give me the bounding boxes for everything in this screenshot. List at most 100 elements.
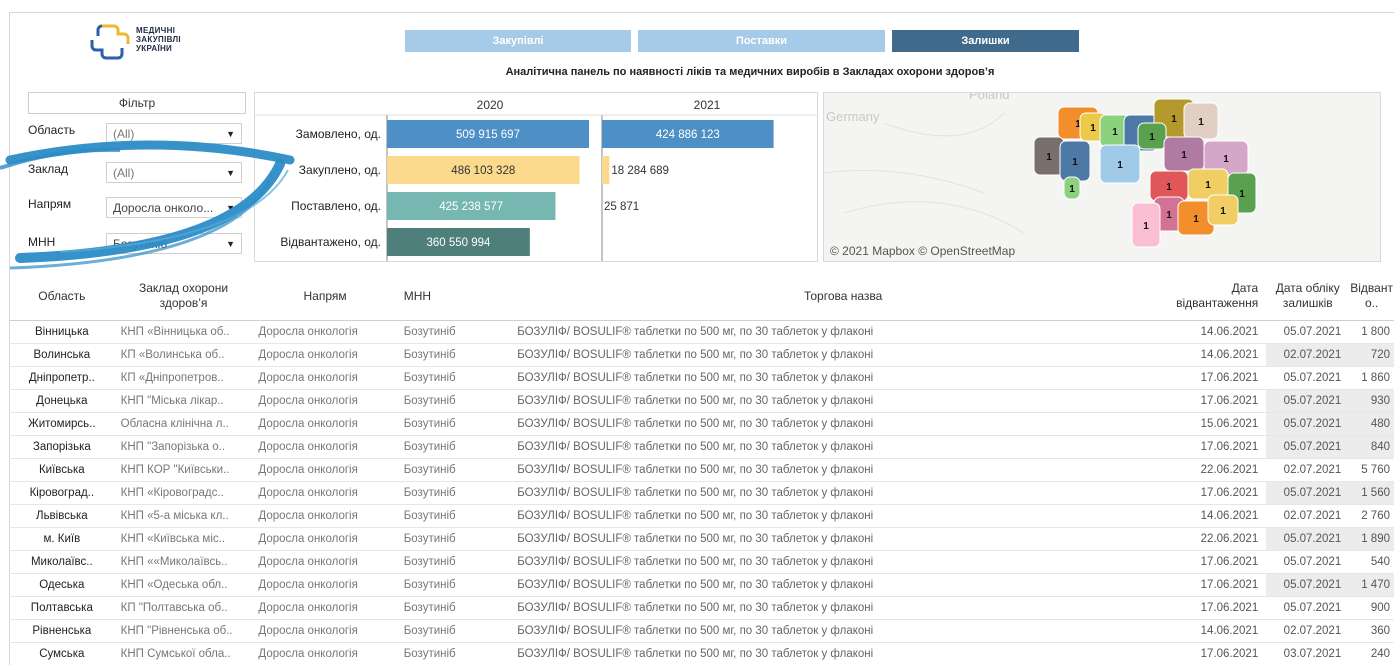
- cell-shipment-date: 22.06.2021: [1175, 528, 1266, 551]
- col-header-shipped[interactable]: Відвант о..: [1349, 272, 1394, 321]
- table-row[interactable]: ЛьвівськаКНП «5-а міська кл..Доросла онк…: [9, 505, 1394, 528]
- cell-trade-name: БОЗУЛІФ/ BOSULIF® таблетки по 500 мг, по…: [511, 413, 1175, 436]
- cell-direction: Доросла онкологія: [252, 505, 397, 528]
- cell-institution: КНП "Запорізька о..: [115, 436, 253, 459]
- cell-inn: Бозутиніб: [398, 390, 511, 413]
- cell-shipped: 930: [1349, 390, 1394, 413]
- col-header-inn[interactable]: МНН: [398, 272, 511, 321]
- cell-balance-date: 05.07.2021: [1266, 413, 1349, 436]
- table-row[interactable]: Житомирсь..Обласна клінічна л..Доросла о…: [9, 413, 1394, 436]
- chevron-down-icon: ▼: [226, 163, 235, 184]
- cell-shipment-date: 15.06.2021: [1175, 413, 1266, 436]
- map-region-count: 1: [1223, 154, 1229, 165]
- cell-direction: Доросла онкологія: [252, 390, 397, 413]
- cell-region: Вінницька: [9, 321, 115, 344]
- direction-select[interactable]: Доросла онколо...▼: [106, 197, 242, 218]
- page-title: Аналітична панель по наявності ліків та …: [400, 66, 1100, 78]
- cell-direction: Доросла онкологія: [252, 528, 397, 551]
- filter-header: Фільтр: [28, 92, 246, 114]
- tab-deliveries[interactable]: Поставки: [638, 30, 885, 52]
- table-row[interactable]: ВінницькаКНП «Вінницька об..Доросла онко…: [9, 321, 1394, 344]
- cell-region: Рівненська: [9, 620, 115, 643]
- table-row[interactable]: ДонецькаКНП "Міська лікар..Доросла онкол…: [9, 390, 1394, 413]
- cell-balance-date: 02.07.2021: [1266, 505, 1349, 528]
- col-header-direction[interactable]: Напрям: [252, 272, 397, 321]
- cell-shipment-date: 14.06.2021: [1175, 620, 1266, 643]
- cell-shipped: 1 890: [1349, 528, 1394, 551]
- chart-year-header-2021: 2021: [694, 98, 721, 112]
- inn-select-value: Бозутиніб: [113, 237, 167, 251]
- cell-shipment-date: 17.06.2021: [1175, 597, 1266, 620]
- cell-balance-date: 02.07.2021: [1266, 344, 1349, 367]
- filter-label-institution: Заклад: [28, 162, 68, 176]
- logo-cross-icon: [88, 22, 132, 62]
- table-row[interactable]: м. КиївКНП «Київська міс..Доросла онколо…: [9, 528, 1394, 551]
- cell-region: Донецька: [9, 390, 115, 413]
- col-header-region[interactable]: Область: [9, 272, 115, 321]
- table-row[interactable]: Дніпропетр..КП «Дніпропетров..Доросла он…: [9, 367, 1394, 390]
- map-region-count: 1: [1117, 160, 1123, 171]
- tab-purchases[interactable]: Закупівлі: [405, 30, 631, 52]
- cell-inn: Бозутиніб: [398, 643, 511, 665]
- cell-inn: Бозутиніб: [398, 505, 511, 528]
- table-row[interactable]: РівненськаКНП "Рівненська об..Доросла он…: [9, 620, 1394, 643]
- cell-institution: КНП ««Миколаївсь..: [115, 551, 253, 574]
- col-header-balance-date[interactable]: Дата обліку залишків: [1266, 272, 1349, 321]
- cell-balance-date: 05.07.2021: [1266, 528, 1349, 551]
- map-region-count: 1: [1166, 210, 1172, 221]
- cell-shipped: 540: [1349, 551, 1394, 574]
- map-region-count: 1: [1198, 117, 1204, 128]
- data-table-wrap[interactable]: Область Заклад охорони здоров’я Напрям М…: [9, 272, 1394, 664]
- cell-inn: Бозутиніб: [398, 413, 511, 436]
- cell-balance-date: 05.07.2021: [1266, 574, 1349, 597]
- cell-institution: КНП «Одеська обл..: [115, 574, 253, 597]
- region-select[interactable]: (All)▼: [106, 123, 242, 144]
- table-header-row: Область Заклад охорони здоров’я Напрям М…: [9, 272, 1394, 321]
- map-region-count: 1: [1149, 132, 1155, 143]
- table-row[interactable]: Миколаївс..КНП ««Миколаївсь..Доросла онк…: [9, 551, 1394, 574]
- table-row[interactable]: КиївськаКНП КОР "Київськи..Доросла онкол…: [9, 459, 1394, 482]
- cell-trade-name: БОЗУЛІФ/ BOSULIF® таблетки по 500 мг, по…: [511, 321, 1175, 344]
- cell-direction: Доросла онкологія: [252, 367, 397, 390]
- cell-direction: Доросла онкологія: [252, 413, 397, 436]
- tab-balances[interactable]: Залишки: [892, 30, 1079, 52]
- institution-select[interactable]: (All)▼: [106, 162, 242, 183]
- table-row[interactable]: ВолинськаКП «Волинська об..Доросла онкол…: [9, 344, 1394, 367]
- table-row[interactable]: ПолтавськаКП "Полтавська об..Доросла онк…: [9, 597, 1394, 620]
- cell-shipment-date: 17.06.2021: [1175, 574, 1266, 597]
- cell-institution: КП "Полтавська об..: [115, 597, 253, 620]
- cell-direction: Доросла онкологія: [252, 551, 397, 574]
- col-header-shipment-date[interactable]: Дата відвантаження: [1175, 272, 1266, 321]
- logo-line-1: МЕДИЧНІ: [136, 26, 181, 35]
- cell-shipment-date: 22.06.2021: [1175, 459, 1266, 482]
- table-row[interactable]: ОдеськаКНП «Одеська обл..Доросла онколог…: [9, 574, 1394, 597]
- cell-trade-name: БОЗУЛІФ/ BOSULIF® таблетки по 500 мг, по…: [511, 505, 1175, 528]
- table-row[interactable]: СумськаКНП Сумської обла..Доросла онколо…: [9, 643, 1394, 665]
- table-row[interactable]: ЗапорізькаКНП "Запорізька о..Доросла онк…: [9, 436, 1394, 459]
- cell-balance-date: 05.07.2021: [1266, 367, 1349, 390]
- cell-shipped: 1 860: [1349, 367, 1394, 390]
- map-panel[interactable]: Poland Germany 11111111111111111111 © 20…: [823, 92, 1381, 262]
- col-header-institution[interactable]: Заклад охорони здоров’я: [115, 272, 253, 321]
- table-row[interactable]: Кіровоград..КНП «Кіровоградс..Доросла он…: [9, 482, 1394, 505]
- cell-inn: Бозутиніб: [398, 367, 511, 390]
- map-region-count: 1: [1193, 214, 1199, 225]
- cell-direction: Доросла онкологія: [252, 643, 397, 665]
- filter-label-direction: Напрям: [28, 197, 71, 211]
- cell-direction: Доросла онкологія: [252, 436, 397, 459]
- cell-institution: Обласна клінічна л..: [115, 413, 253, 436]
- bar-chart: 20202021Замовлено, од.Закуплено, од.Пост…: [255, 93, 817, 261]
- chart-data-label: 18 284 689: [611, 165, 669, 177]
- cell-direction: Доросла онкологія: [252, 321, 397, 344]
- col-header-trade-name[interactable]: Торгова назва: [511, 272, 1175, 321]
- cell-balance-date: 02.07.2021: [1266, 459, 1349, 482]
- inn-select[interactable]: Бозутиніб▼: [106, 233, 242, 254]
- cell-institution: КНП "Міська лікар..: [115, 390, 253, 413]
- logo: МЕДИЧНІ ЗАКУПІВЛІ УКРАЇНИ: [88, 22, 238, 66]
- cell-shipped: 5 760: [1349, 459, 1394, 482]
- map-region-count: 1: [1046, 152, 1052, 163]
- cell-shipment-date: 17.06.2021: [1175, 390, 1266, 413]
- cell-region: Запорізька: [9, 436, 115, 459]
- cell-trade-name: БОЗУЛІФ/ BOSULIF® таблетки по 500 мг, по…: [511, 574, 1175, 597]
- cell-shipment-date: 17.06.2021: [1175, 551, 1266, 574]
